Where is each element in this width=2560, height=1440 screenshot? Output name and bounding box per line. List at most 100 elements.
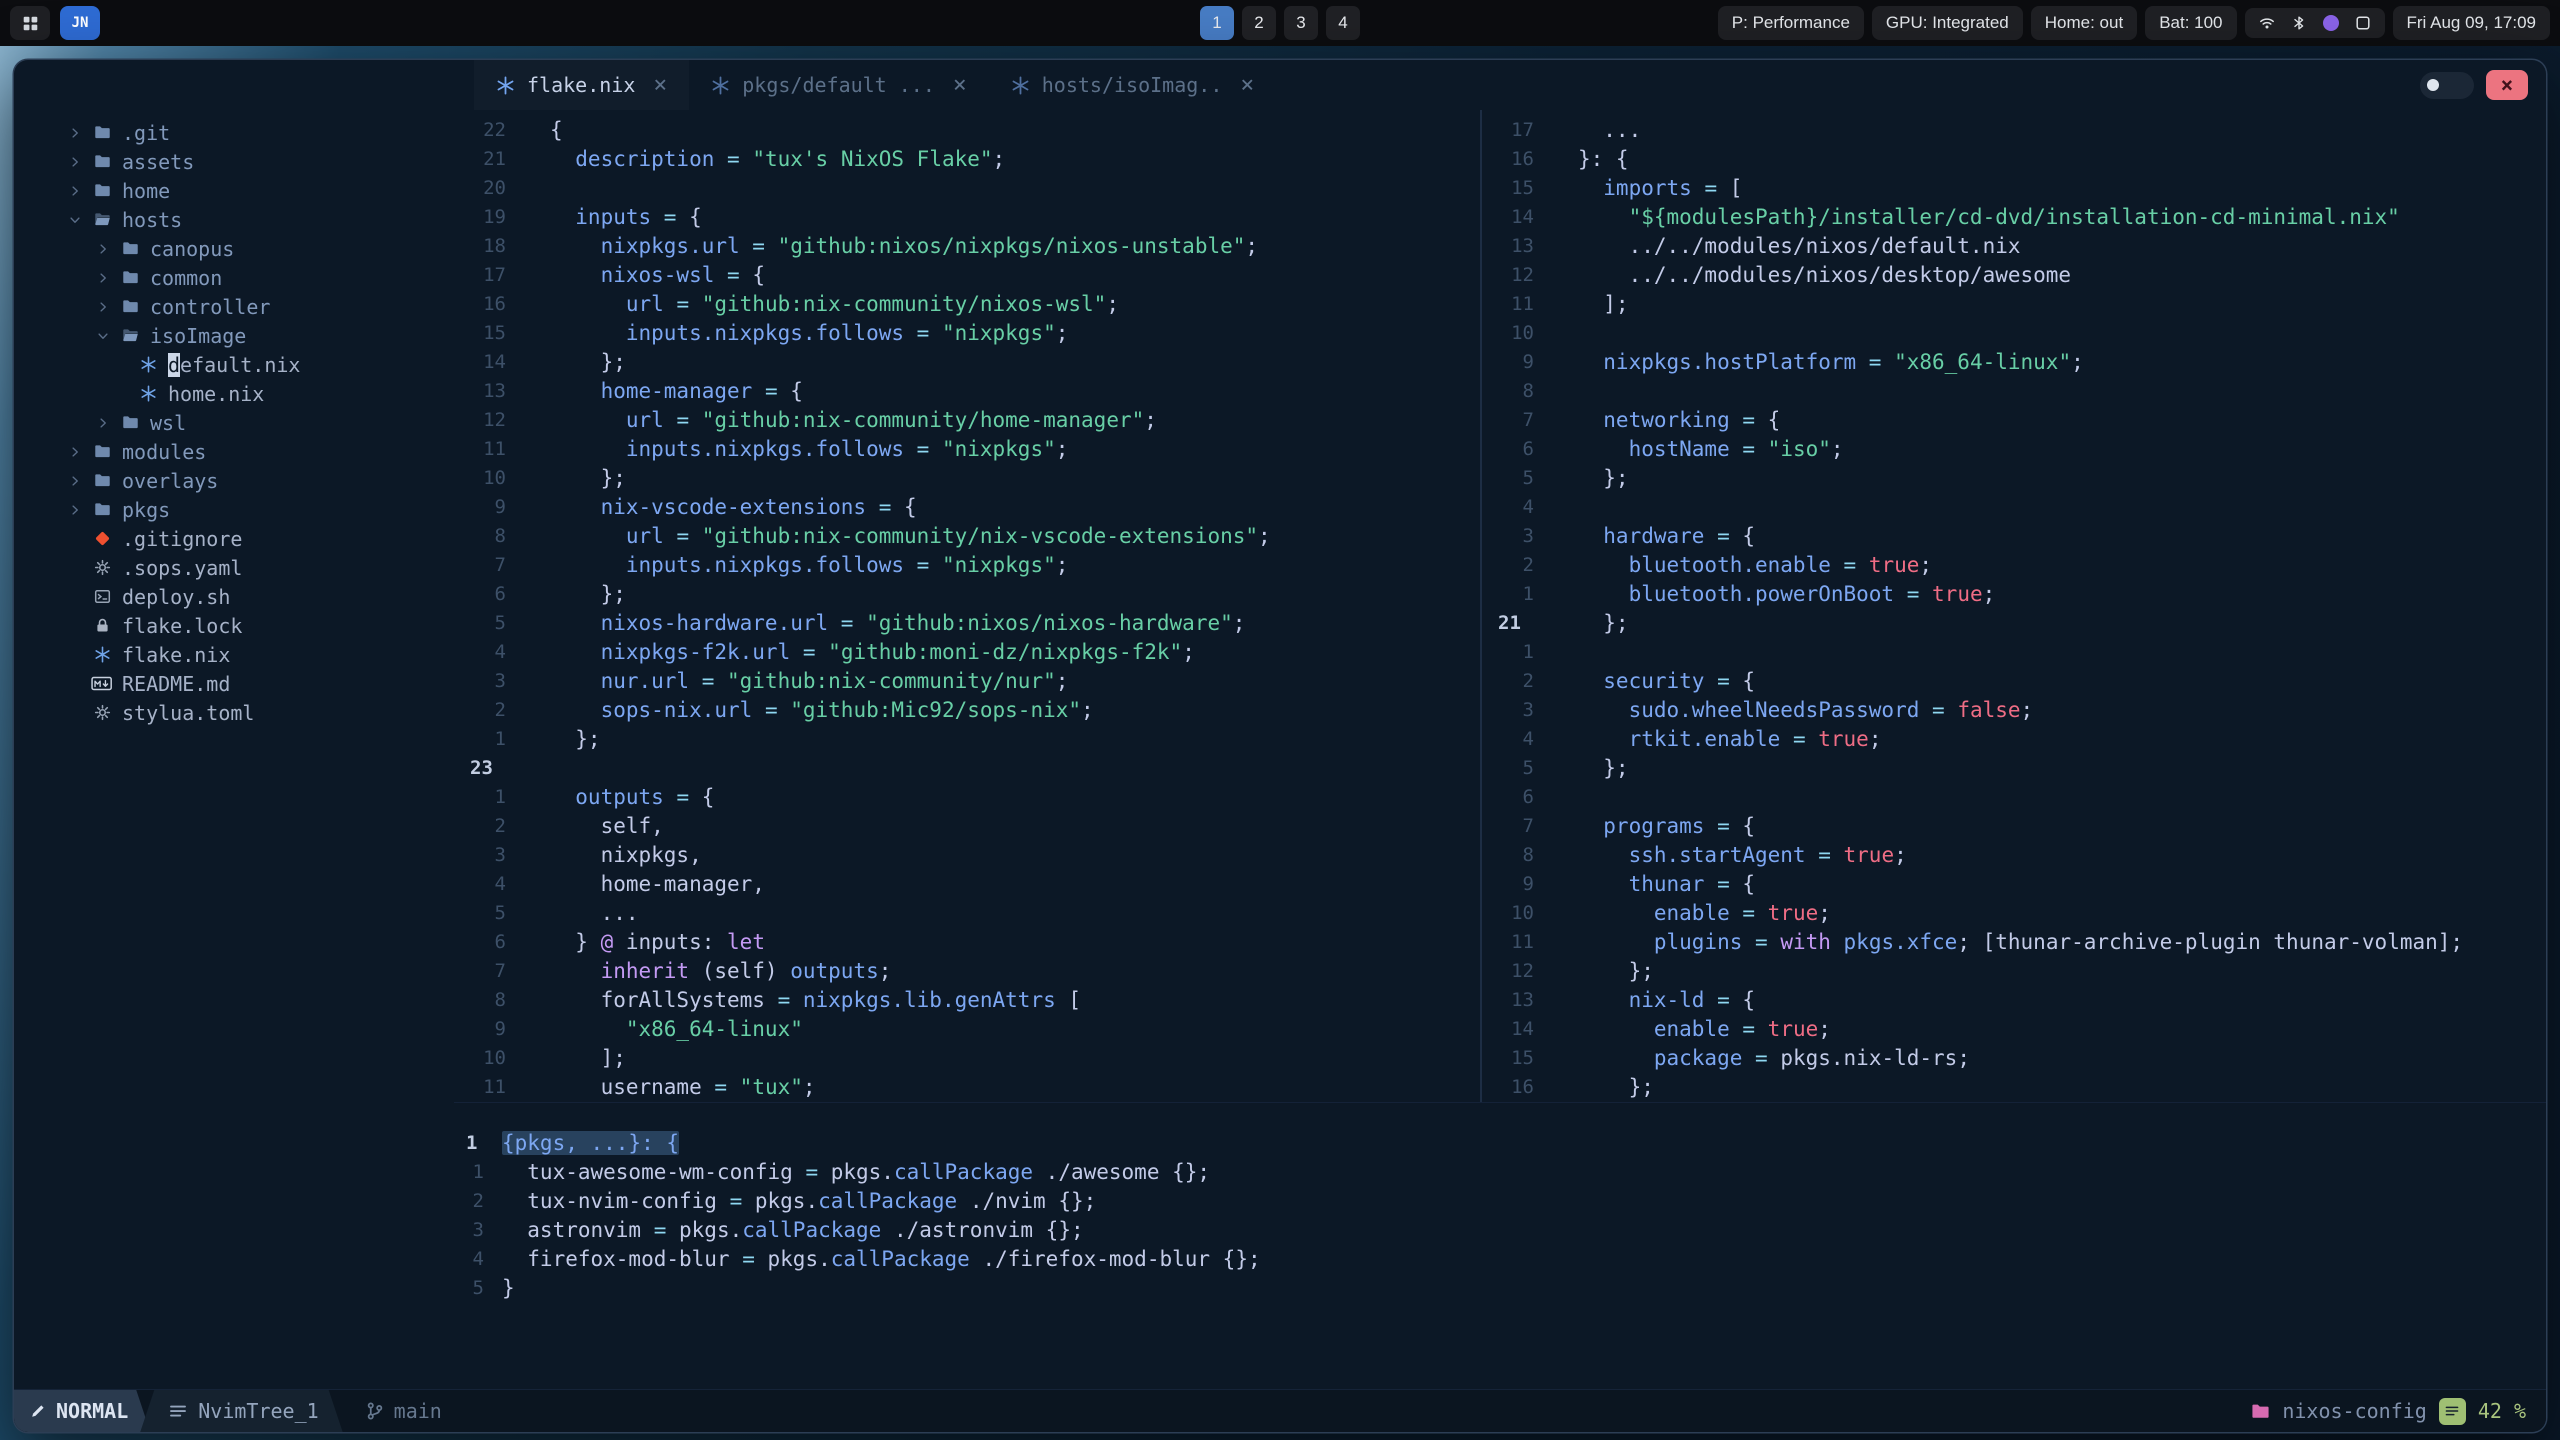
code-line[interactable]: 3 astronvim = pkgs.callPackage ./astronv… — [454, 1215, 2546, 1244]
code-line[interactable]: 8 forAllSystems = nixpkgs.lib.genAttrs [ — [454, 985, 1480, 1014]
tree-item-pkgs[interactable]: pkgs — [14, 495, 454, 524]
code-line[interactable]: 18 nixpkgs.url = "github:nixos/nixpkgs/n… — [454, 231, 1480, 260]
code-line[interactable]: 5 }; — [1482, 753, 2546, 782]
code-line[interactable]: 3 sudo.wheelNeedsPassword = false; — [1482, 695, 2546, 724]
tree-item-common[interactable]: common — [14, 263, 454, 292]
tree-item-deploy-sh[interactable]: deploy.sh — [14, 582, 454, 611]
code-line[interactable]: 10 }; — [454, 463, 1480, 492]
code-line[interactable]: 22 { — [454, 115, 1480, 144]
code-line[interactable]: 17 nixos-wsl = { — [454, 260, 1480, 289]
code-line[interactable]: 11 ]; — [1482, 289, 2546, 318]
code-line[interactable]: 10 — [1482, 318, 2546, 347]
code-line[interactable]: 2 self, — [454, 811, 1480, 840]
launcher-button[interactable] — [10, 6, 50, 40]
tab-close-icon[interactable]: × — [953, 72, 967, 98]
code-line[interactable]: 5 ... — [454, 898, 1480, 927]
code-line[interactable]: 10 ]; — [454, 1043, 1480, 1072]
app-logo-icon[interactable]: JN — [60, 6, 100, 40]
tree-item-home[interactable]: home — [14, 176, 454, 205]
code-line[interactable]: 10 enable = true; — [1482, 898, 2546, 927]
code-line[interactable]: 4 — [1482, 492, 2546, 521]
editor-tab[interactable]: pkgs/default ... × — [689, 60, 989, 110]
code-line[interactable]: 8 — [1482, 376, 2546, 405]
code-line[interactable]: 5 nixos-hardware.url = "github:nixos/nix… — [454, 608, 1480, 637]
workspace-button-4[interactable]: 4 — [1326, 6, 1360, 40]
code-line[interactable]: 11 inputs.nixpkgs.follows = "nixpkgs"; — [454, 434, 1480, 463]
tree-item-canopus[interactable]: canopus — [14, 234, 454, 263]
code-line[interactable]: 5 }; — [1482, 463, 2546, 492]
media-icon[interactable] — [2322, 15, 2339, 31]
tree-item-flake-nix[interactable]: flake.nix — [14, 640, 454, 669]
code-line[interactable]: 20 — [454, 173, 1480, 202]
code-line[interactable]: 14 }; — [454, 347, 1480, 376]
code-line[interactable]: 13 ../../modules/nixos/default.nix — [1482, 231, 2546, 260]
code-line[interactable]: 6 } @ inputs: let — [454, 927, 1480, 956]
tree-item--sops-yaml[interactable]: .sops.yaml — [14, 553, 454, 582]
code-line[interactable]: 14 enable = true; — [1482, 1014, 2546, 1043]
code-line[interactable]: 8 url = "github:nix-community/nix-vscode… — [454, 521, 1480, 550]
tree-item-readme-md[interactable]: README.md — [14, 669, 454, 698]
code-line[interactable]: 16}: { — [1482, 144, 2546, 173]
code-line[interactable]: 19 inputs = { — [454, 202, 1480, 231]
editor-tab[interactable]: hosts/isoImag.. × — [989, 60, 1276, 110]
tree-item-stylua-toml[interactable]: stylua.toml — [14, 698, 454, 727]
code-line[interactable]: 2 bluetooth.enable = true; — [1482, 550, 2546, 579]
code-line[interactable]: 1 — [1482, 637, 2546, 666]
tree-item--git[interactable]: .git — [14, 118, 454, 147]
code-line[interactable]: 15 imports = [ — [1482, 173, 2546, 202]
code-line[interactable]: 15 package = pkgs.nix-ld-rs; — [1482, 1043, 2546, 1072]
code-line[interactable]: 12 ../../modules/nixos/desktop/awesome — [1482, 260, 2546, 289]
workspace-button-1[interactable]: 1 — [1200, 6, 1234, 40]
code-line[interactable]: 6 hostName = "iso"; — [1482, 434, 2546, 463]
code-line[interactable]: 12 }; — [1482, 956, 2546, 985]
editor-tab[interactable]: flake.nix × — [474, 60, 689, 110]
code-line[interactable]: 7 inherit (self) outputs; — [454, 956, 1480, 985]
tree-item-modules[interactable]: modules — [14, 437, 454, 466]
code-line[interactable]: 13 nix-ld = { — [1482, 985, 2546, 1014]
tab-close-icon[interactable]: × — [653, 72, 667, 98]
bluetooth-icon[interactable] — [2291, 15, 2307, 31]
code-line[interactable]: 6 — [1482, 782, 2546, 811]
code-line[interactable]: 14 "${modulesPath}/installer/cd-dvd/inst… — [1482, 202, 2546, 231]
code-line[interactable]: 1 }; — [454, 724, 1480, 753]
tab-close-icon[interactable]: × — [1240, 72, 1254, 98]
workspace-button-2[interactable]: 2 — [1242, 6, 1276, 40]
tree-item-flake-lock[interactable]: flake.lock — [14, 611, 454, 640]
code-line[interactable]: 12 url = "github:nix-community/home-mana… — [454, 405, 1480, 434]
code-line[interactable]: 1 tux-awesome-wm-config = pkgs.callPacka… — [454, 1157, 2546, 1186]
code-line[interactable]: 7 programs = { — [1482, 811, 2546, 840]
code-line[interactable]: 4 firefox-mod-blur = pkgs.callPackage ./… — [454, 1244, 2546, 1273]
code-line[interactable]: 21 }; — [1482, 608, 2546, 637]
code-line[interactable]: 2 security = { — [1482, 666, 2546, 695]
code-line[interactable]: 16 }; — [1482, 1072, 2546, 1101]
tree-item-hosts[interactable]: hosts — [14, 205, 454, 234]
code-line[interactable]: 8 ssh.startAgent = true; — [1482, 840, 2546, 869]
wifi-icon[interactable] — [2259, 15, 2275, 31]
tree-item-controller[interactable]: controller — [14, 292, 454, 321]
code-line[interactable]: 9 nixpkgs.hostPlatform = "x86_64-linux"; — [1482, 347, 2546, 376]
code-line[interactable]: 13 home-manager = { — [454, 376, 1480, 405]
code-line[interactable]: 15 inputs.nixpkgs.follows = "nixpkgs"; — [454, 318, 1480, 347]
code-line[interactable]: 16 url = "github:nix-community/nixos-wsl… — [454, 289, 1480, 318]
code-line[interactable]: 5} — [454, 1273, 2546, 1302]
code-line[interactable]: 4 home-manager, — [454, 869, 1480, 898]
code-line[interactable]: 9 "x86_64-linux" — [454, 1014, 1480, 1043]
code-line[interactable]: 7 networking = { — [1482, 405, 2546, 434]
code-line[interactable]: 9 thunar = { — [1482, 869, 2546, 898]
window-icon[interactable] — [2355, 15, 2371, 31]
code-line[interactable]: 9 nix-vscode-extensions = { — [454, 492, 1480, 521]
code-line[interactable]: 1 {pkgs, ...}: { — [454, 1128, 2546, 1157]
code-line[interactable]: 2 tux-nvim-config = pkgs.callPackage ./n… — [454, 1186, 2546, 1215]
tree-item-isoimage[interactable]: isoImage — [14, 321, 454, 350]
code-line[interactable]: 3 nur.url = "github:nix-community/nur"; — [454, 666, 1480, 695]
code-line[interactable]: 3 hardware = { — [1482, 521, 2546, 550]
code-line[interactable]: 3 nixpkgs, — [454, 840, 1480, 869]
code-line[interactable]: 11 plugins = with pkgs.xfce; [thunar-arc… — [1482, 927, 2546, 956]
tree-item-default-nix[interactable]: default.nix — [14, 350, 454, 379]
code-line[interactable]: 11 username = "tux"; — [454, 1072, 1480, 1101]
code-line[interactable]: 4 rtkit.enable = true; — [1482, 724, 2546, 753]
tree-item-overlays[interactable]: overlays — [14, 466, 454, 495]
tree-item-wsl[interactable]: wsl — [14, 408, 454, 437]
code-line[interactable]: 17 ... — [1482, 115, 2546, 144]
code-line[interactable]: 21 description = "tux's NixOS Flake"; — [454, 144, 1480, 173]
